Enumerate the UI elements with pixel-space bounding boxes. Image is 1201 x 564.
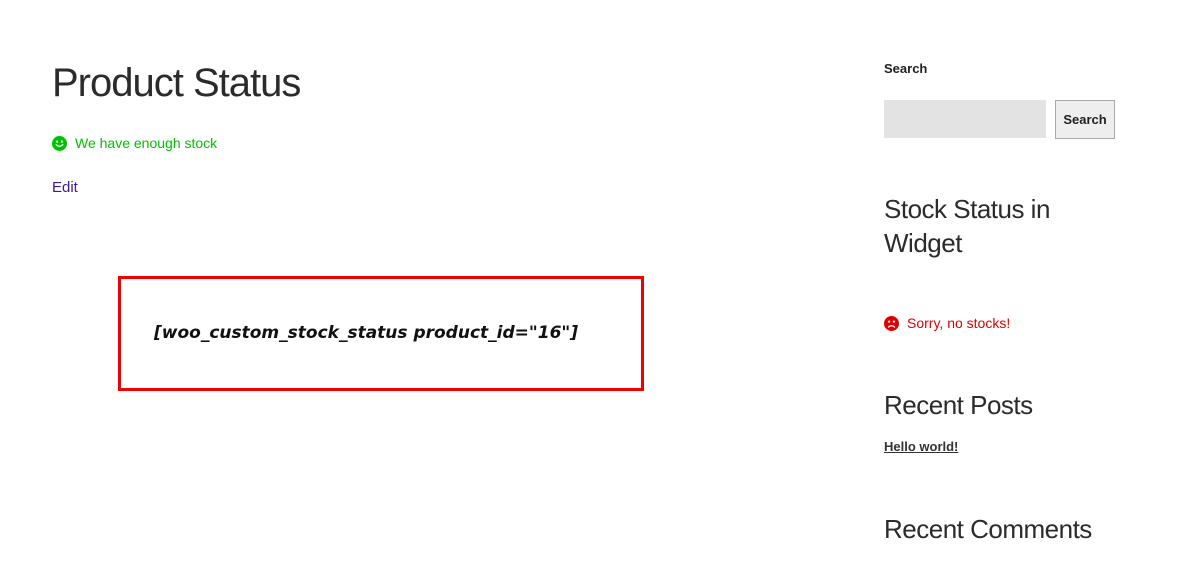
- stock-status-text: We have enough stock: [75, 135, 218, 151]
- smile-icon: [52, 135, 67, 151]
- page-title: Product Status: [52, 61, 301, 105]
- stock-widget-heading: Stock Status in Widget: [884, 194, 1050, 258]
- stock-status-message: We have enough stock: [52, 133, 217, 153]
- shortcode-highlight-box: [woo_custom_stock_status product_id="16"…: [118, 276, 644, 391]
- edit-link[interactable]: Edit: [52, 179, 78, 196]
- search-button[interactable]: Search: [1055, 100, 1115, 139]
- shortcode-text: [woo_custom_stock_status product_id="16"…: [154, 323, 579, 343]
- search-input[interactable]: [884, 100, 1046, 138]
- widget-stock-status-message: Sorry, no stocks!: [884, 313, 1010, 333]
- recent-comments-heading: Recent Comments: [884, 514, 1092, 544]
- recent-posts-heading: Recent Posts: [884, 390, 1033, 420]
- recent-post-link[interactable]: Hello world!: [884, 439, 958, 454]
- search-widget-heading: Search: [884, 61, 928, 76]
- frown-icon: [884, 315, 899, 331]
- widget-stock-status-text: Sorry, no stocks!: [907, 315, 1011, 331]
